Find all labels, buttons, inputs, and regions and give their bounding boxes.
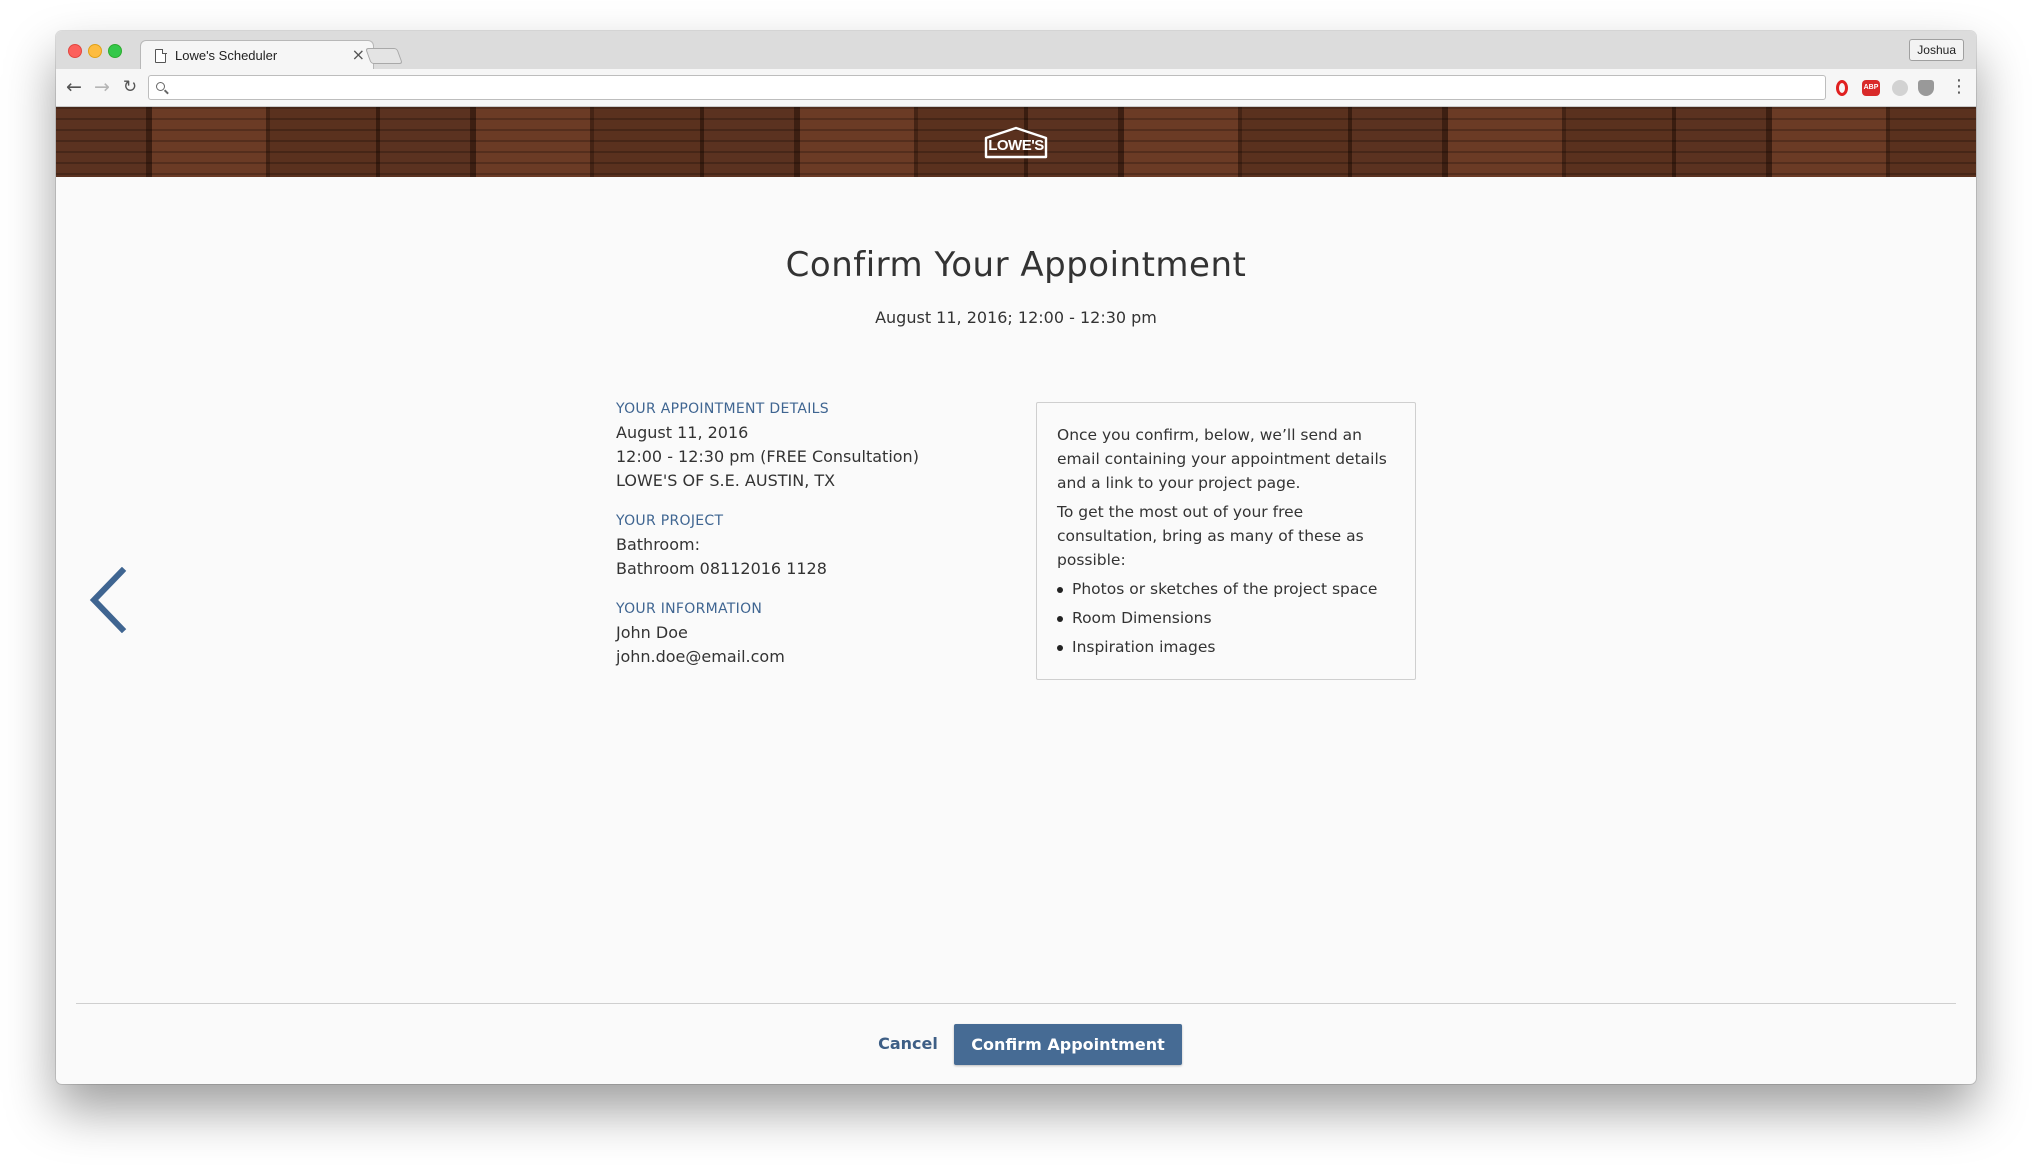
page-icon: [155, 49, 166, 63]
appointment-date: August 11, 2016: [616, 423, 749, 442]
info-paragraph: To get the most out of your free consult…: [1057, 503, 1364, 569]
page-title: Confirm Your Appointment: [785, 245, 1247, 285]
project-type: Bathroom:: [616, 535, 700, 554]
appointment-store: LOWE'S OF S.E. AUSTIN, TX: [616, 471, 836, 490]
adblock-icon[interactable]: ABP: [1862, 80, 1880, 96]
footer-divider: [76, 1003, 1956, 1004]
cancel-button[interactable]: Cancel: [868, 1024, 948, 1064]
address-bar[interactable]: [148, 75, 1826, 100]
tab-title: Lowe's Scheduler: [175, 48, 278, 63]
site-header: LOWE'S: [56, 107, 1976, 177]
list-item: Room Dimensions: [1057, 606, 1395, 630]
customer-email: john.doe@email.com: [616, 647, 785, 666]
appointment-details-section: YOUR APPOINTMENT DETAILS August 11, 2016…: [616, 401, 996, 493]
customer-name: John Doe: [616, 623, 688, 642]
confirm-appointment-button[interactable]: Confirm Appointment: [954, 1024, 1182, 1065]
bullet-icon: [1057, 645, 1063, 651]
info-paragraph: Once you confirm, below, we’ll send an e…: [1057, 426, 1387, 492]
page-subtitle: August 11, 2016; 12:00 - 12:30 pm: [875, 308, 1157, 327]
project-name: Bathroom 08112016 1128: [616, 559, 827, 578]
browser-toolbar: ← → ↻ ABP ⋮: [56, 69, 1976, 107]
bullet-icon: [1057, 587, 1063, 593]
back-icon[interactable]: ←: [64, 77, 84, 97]
back-arrow-icon[interactable]: [88, 567, 128, 633]
appointment-summary: YOUR APPOINTMENT DETAILS August 11, 2016…: [616, 401, 996, 689]
browser-tab[interactable]: Lowe's Scheduler ×: [140, 40, 374, 70]
list-item-label: Photos or sketches of the project space: [1072, 580, 1378, 598]
section-heading: YOUR PROJECT: [616, 513, 724, 529]
consultation-info-box: Once you confirm, below, we’ll send an e…: [1036, 402, 1416, 680]
shield-icon[interactable]: [1918, 80, 1934, 96]
minimize-window-icon[interactable]: [88, 44, 102, 58]
tab-strip: Lowe's Scheduler × Joshua: [56, 31, 1976, 70]
forward-icon[interactable]: →: [92, 77, 112, 97]
tab-close-icon[interactable]: ×: [352, 45, 365, 64]
opera-icon[interactable]: [1836, 80, 1848, 96]
appointment-time: 12:00 - 12:30 pm (FREE Consultation): [616, 447, 919, 466]
close-window-icon[interactable]: [68, 44, 82, 58]
reload-icon[interactable]: ↻: [120, 77, 140, 97]
menu-icon[interactable]: ⋮: [1950, 75, 1968, 99]
extension-icon[interactable]: [1892, 80, 1908, 96]
information-section: YOUR INFORMATION John Doe john.doe@email…: [616, 601, 996, 669]
logo-text: LOWE'S: [988, 137, 1044, 154]
maximize-window-icon[interactable]: [108, 44, 122, 58]
section-heading: YOUR INFORMATION: [616, 601, 763, 617]
section-heading: YOUR APPOINTMENT DETAILS: [616, 401, 829, 417]
list-item-label: Inspiration images: [1072, 638, 1216, 656]
profile-button[interactable]: Joshua: [1909, 39, 1964, 61]
list-item: Photos or sketches of the project space: [1057, 577, 1395, 601]
browser-window: Lowe's Scheduler × Joshua ← → ↻ ABP ⋮ LO…: [56, 31, 1976, 1084]
bullet-icon: [1057, 616, 1063, 622]
lowes-logo[interactable]: LOWE'S: [982, 126, 1050, 160]
search-icon: [156, 82, 165, 91]
project-section: YOUR PROJECT Bathroom: Bathroom 08112016…: [616, 513, 996, 581]
list-item-label: Room Dimensions: [1072, 609, 1212, 627]
new-tab-button[interactable]: [365, 48, 403, 64]
list-item: Inspiration images: [1057, 635, 1395, 659]
bring-list: Photos or sketches of the project space …: [1057, 577, 1395, 659]
